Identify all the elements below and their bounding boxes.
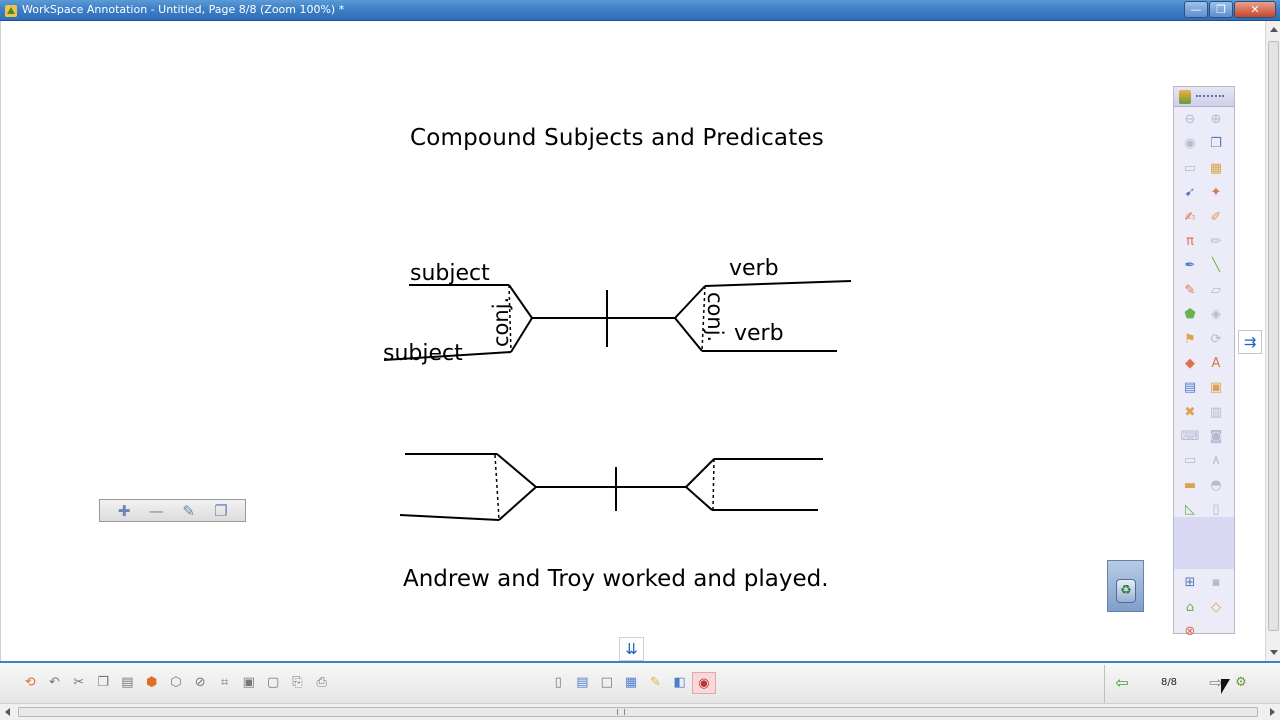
- minimize-button[interactable]: —: [1184, 1, 1208, 18]
- note-icon[interactable]: ✎: [643, 672, 667, 694]
- page-title: Compound Subjects and Predicates: [410, 125, 824, 151]
- table-icon[interactable]: ⊞: [1180, 574, 1200, 592]
- keyboard-icon[interactable]: ⌨: [1180, 428, 1200, 446]
- scroll-left-icon[interactable]: [5, 708, 10, 716]
- vertical-scroll-thumb[interactable]: [1268, 41, 1279, 631]
- expand-down-button[interactable]: ⇊: [619, 637, 644, 661]
- white-page-icon[interactable]: □: [595, 672, 619, 694]
- highlighter-icon[interactable]: ✐: [1206, 209, 1226, 227]
- scroll-right-icon[interactable]: [1270, 708, 1275, 716]
- recorder-icon[interactable]: ◉: [691, 672, 717, 694]
- grip-icon: [1196, 95, 1224, 97]
- scroll-grip-icon: [617, 709, 625, 715]
- tools-side-panel: ⊖⊕◉❐▭▦➹✦✍✐π✏✒╲✎▱⬟◈⚑⟳◆A▤▣✖▥⌨◙▭∧▬◓◺▯▤⌘⇦⇨⊞▪…: [1173, 86, 1235, 639]
- lock-icon[interactable]: ⊘: [188, 672, 212, 694]
- measure-icon[interactable]: ◇: [1206, 599, 1226, 617]
- tag-icon[interactable]: ◆: [1180, 355, 1200, 373]
- pi-pen-icon[interactable]: π: [1180, 233, 1200, 251]
- bottom-toolbar: ⟲ ↶ ✂ ❐ ▤ ⬢ ⬡ ⊘ ⌗ ▣ ▢ ⎘ ⎙ ▯ ▤ □ ▦ ✎ ◧ ◉ ⇦ 8/8 ⇨ ⚙: [0, 661, 1280, 703]
- collapse-panel-button[interactable]: ⇉: [1238, 330, 1262, 354]
- gallery-icon[interactable]: ▦: [619, 672, 643, 694]
- horizontal-scrollbar[interactable]: [0, 703, 1280, 720]
- abc-icon[interactable]: A: [1206, 355, 1226, 373]
- select-icon[interactable]: ➹: [1180, 184, 1200, 202]
- page-tools-group: ▯ ▤ □ ▦ ✎ ◧ ◉: [546, 672, 717, 694]
- edit-icon[interactable]: ✎: [178, 502, 200, 520]
- exit-icon[interactable]: ⊗: [1180, 623, 1200, 641]
- rotate-icon[interactable]: ⟳: [1206, 331, 1226, 349]
- close-button[interactable]: ✕: [1234, 1, 1276, 18]
- toolbox-button[interactable]: ⚙: [1230, 672, 1252, 694]
- undo-icon[interactable]: ↶: [42, 672, 66, 694]
- shape-icon[interactable]: ⬟: [1180, 306, 1200, 324]
- text-pen-icon[interactable]: ✍: [1180, 209, 1200, 227]
- annotation-canvas[interactable]: [0, 21, 1265, 661]
- image-icon[interactable]: ▦: [1206, 160, 1226, 178]
- disk-icon[interactable]: ▪: [1206, 574, 1226, 592]
- ungroup-icon[interactable]: ⬡: [164, 672, 188, 694]
- paste-icon[interactable]: ▤: [115, 672, 139, 694]
- new-page-icon[interactable]: ⟲: [18, 672, 42, 694]
- resources-icon[interactable]: ▣: [1206, 379, 1226, 397]
- scroll-up-icon[interactable]: [1270, 27, 1278, 32]
- horizontal-scroll-thumb[interactable]: [18, 707, 1258, 717]
- edit-tools-group: ⟲ ↶ ✂ ❐ ▤ ⬢ ⬡ ⊘ ⌗ ▣ ▢ ⎘ ⎙: [18, 672, 334, 694]
- stamp-icon[interactable]: ⚑: [1180, 331, 1200, 349]
- minus-icon[interactable]: —: [145, 502, 167, 520]
- camera-icon[interactable]: ◙: [1206, 428, 1226, 446]
- clone-icon[interactable]: ❐: [210, 502, 232, 520]
- add-icon[interactable]: ✚: [113, 502, 135, 520]
- app-icon: [4, 3, 18, 17]
- marker-icon[interactable]: ✎: [1180, 282, 1200, 300]
- mouse-cursor: [1221, 679, 1230, 694]
- group-icon[interactable]: ⬢: [139, 672, 163, 694]
- clear-icon[interactable]: ✖: [1180, 404, 1200, 422]
- eraser-icon[interactable]: ▱: [1206, 282, 1226, 300]
- background-icon[interactable]: ◧: [667, 672, 691, 694]
- protractor-icon[interactable]: ◓: [1206, 477, 1226, 495]
- recycle-bin[interactable]: ♻: [1107, 560, 1144, 612]
- page-counter: 8/8: [1160, 677, 1178, 688]
- link-page-icon[interactable]: ⎘: [285, 672, 309, 694]
- tools-icon[interactable]: ⌂: [1180, 599, 1200, 617]
- zoom-out-icon[interactable]: ⊖: [1180, 111, 1200, 129]
- window-title: WorkSpace Annotation - Untitled, Page 8/…: [22, 3, 345, 16]
- folder-icon[interactable]: ▭: [1180, 452, 1200, 470]
- title-bar: WorkSpace Annotation - Untitled, Page 8/…: [0, 0, 1280, 21]
- brush-icon[interactable]: ✒: [1180, 257, 1200, 275]
- blank-page-icon[interactable]: ▯: [546, 672, 570, 694]
- zoom-in-icon[interactable]: ⊕: [1206, 111, 1226, 129]
- front-icon[interactable]: ▣: [237, 672, 261, 694]
- previous-page-button[interactable]: ⇦: [1111, 672, 1133, 694]
- object-float-toolbar: ✚ — ✎ ❐: [99, 499, 246, 522]
- crop-icon[interactable]: ⌗: [212, 672, 236, 694]
- back-icon[interactable]: ▢: [261, 672, 285, 694]
- fill-icon[interactable]: ◈: [1206, 306, 1226, 324]
- magic-pen-icon[interactable]: ✦: [1206, 184, 1226, 202]
- compass-icon[interactable]: ∧: [1206, 452, 1226, 470]
- toolbar-divider: [1104, 665, 1105, 703]
- screen-icon[interactable]: ▭: [1180, 160, 1200, 178]
- ruler-icon[interactable]: ▬: [1180, 477, 1200, 495]
- lined-page-icon[interactable]: ▤: [570, 672, 594, 694]
- line-icon[interactable]: ╲: [1206, 257, 1226, 275]
- maximize-button[interactable]: ❐: [1209, 1, 1233, 18]
- scroll-down-icon[interactable]: [1270, 650, 1278, 655]
- recycle-icon: ♻: [1116, 579, 1136, 603]
- pencil-icon[interactable]: ✏: [1206, 233, 1226, 251]
- copy-pages-icon[interactable]: ❐: [1206, 135, 1226, 153]
- panel-drag-handle[interactable]: [1174, 87, 1234, 107]
- vertical-scrollbar[interactable]: [1265, 21, 1280, 661]
- grid-icon[interactable]: ▤: [1180, 379, 1200, 397]
- cut-icon[interactable]: ✂: [67, 672, 91, 694]
- panel-nav-strip: [1174, 517, 1234, 569]
- copy-icon[interactable]: ❐: [91, 672, 115, 694]
- save-icon[interactable]: ▥: [1206, 404, 1226, 422]
- print-icon[interactable]: ⎙: [310, 672, 334, 694]
- mouse-icon[interactable]: ◉: [1180, 135, 1200, 153]
- example-sentence: Andrew and Troy worked and played.: [403, 566, 829, 592]
- panel-logo-icon: [1179, 90, 1191, 104]
